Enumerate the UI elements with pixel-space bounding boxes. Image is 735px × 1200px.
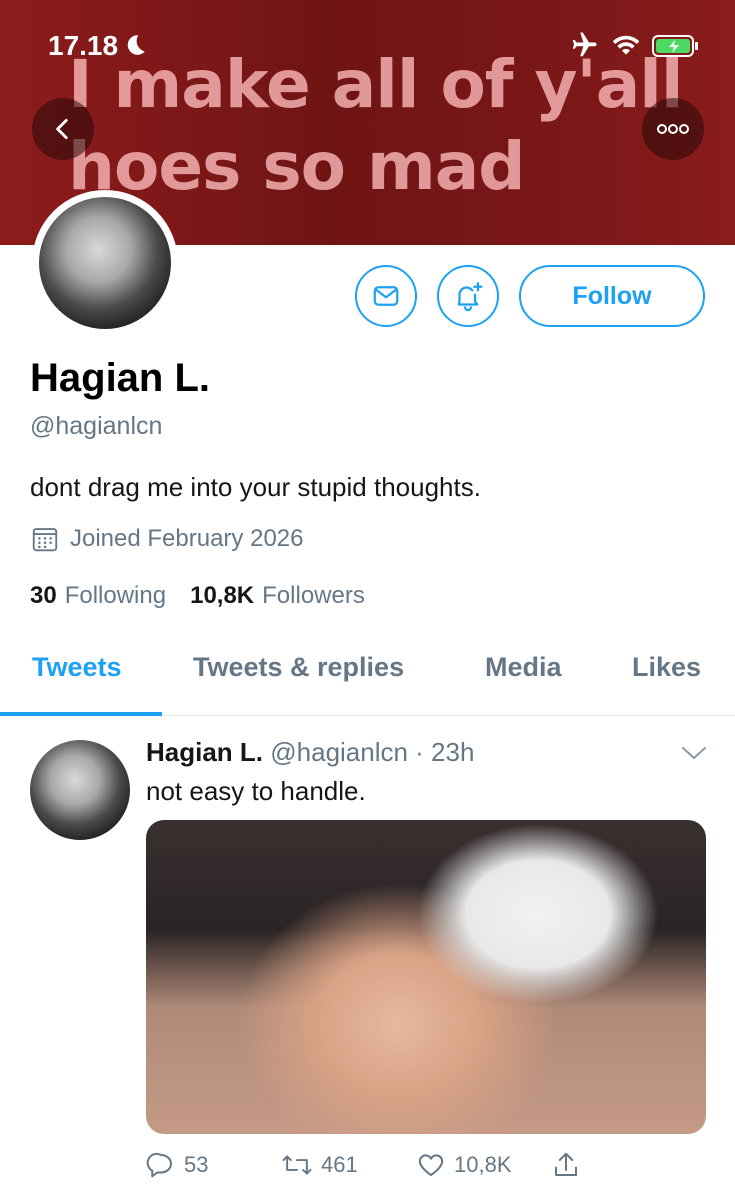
reply-icon <box>146 1152 172 1178</box>
tweet-avatar[interactable] <box>30 740 130 840</box>
follow-button[interactable]: Follow <box>519 265 705 327</box>
reply-button[interactable]: 53 <box>146 1150 208 1180</box>
wifi-icon <box>612 35 640 55</box>
tab-likes[interactable]: Likes <box>632 652 701 683</box>
tweet-author-name[interactable]: Hagian L. <box>146 737 263 767</box>
retweet-icon <box>282 1155 312 1175</box>
chevron-left-icon <box>56 118 68 140</box>
tweet-photo[interactable] <box>146 820 706 1134</box>
tweet-actions: 53 461 10,8K <box>146 1150 706 1190</box>
tab-tweets[interactable]: Tweets <box>32 652 122 683</box>
like-count: 10,8K <box>454 1152 512 1177</box>
retweet-count: 461 <box>321 1152 358 1177</box>
follow-stats: 30 Following 10,8K Followers <box>30 582 389 610</box>
profile-display-name: Hagian L. <box>30 356 211 400</box>
avatar-image <box>39 197 171 329</box>
battery-icon <box>652 35 698 57</box>
more-dots-icon <box>657 124 689 134</box>
chevron-down-icon[interactable] <box>680 742 708 764</box>
active-tab-indicator <box>0 712 162 716</box>
tweet-header: Hagian L. @hagianlcn · 23h <box>146 737 474 768</box>
profile-handle: @hagianlcn <box>30 412 163 440</box>
back-button[interactable] <box>32 98 94 160</box>
moon-icon <box>127 35 145 55</box>
envelope-icon <box>373 286 399 306</box>
tweet-text: not easy to handle. <box>146 776 366 806</box>
following-label[interactable]: Following <box>65 582 166 610</box>
like-button[interactable]: 10,8K <box>416 1150 512 1180</box>
bell-plus-icon <box>457 282 483 312</box>
tab-media[interactable]: Media <box>485 652 562 683</box>
message-button[interactable] <box>355 265 417 327</box>
status-bar: 17.18 <box>0 0 735 90</box>
profile-avatar[interactable] <box>32 190 178 336</box>
notifications-button[interactable] <box>437 265 499 327</box>
tweet-meta: @hagianlcn · 23h <box>270 737 475 767</box>
profile-bio: dont drag me into your stupid thoughts. <box>30 472 481 502</box>
share-icon <box>555 1152 577 1176</box>
following-count[interactable]: 30 <box>30 582 57 610</box>
share-button[interactable] <box>551 1150 581 1180</box>
calendar-icon <box>32 528 58 552</box>
followers-label[interactable]: Followers <box>262 582 365 610</box>
heart-icon <box>418 1154 444 1176</box>
profile-tabs: Tweets Tweets & replies Media Likes <box>0 630 735 716</box>
joined-date: Joined February 2026 <box>30 524 303 554</box>
reply-count: 53 <box>184 1152 209 1177</box>
followers-count[interactable]: 10,8K <box>190 582 254 610</box>
joined-text: Joined February 2026 <box>70 525 304 552</box>
tab-tweets-replies[interactable]: Tweets & replies <box>193 652 404 683</box>
status-time: 17.18 <box>48 30 119 61</box>
retweet-button[interactable]: 461 <box>281 1150 358 1180</box>
more-options-button[interactable] <box>642 98 704 160</box>
airplane-icon <box>572 32 597 57</box>
